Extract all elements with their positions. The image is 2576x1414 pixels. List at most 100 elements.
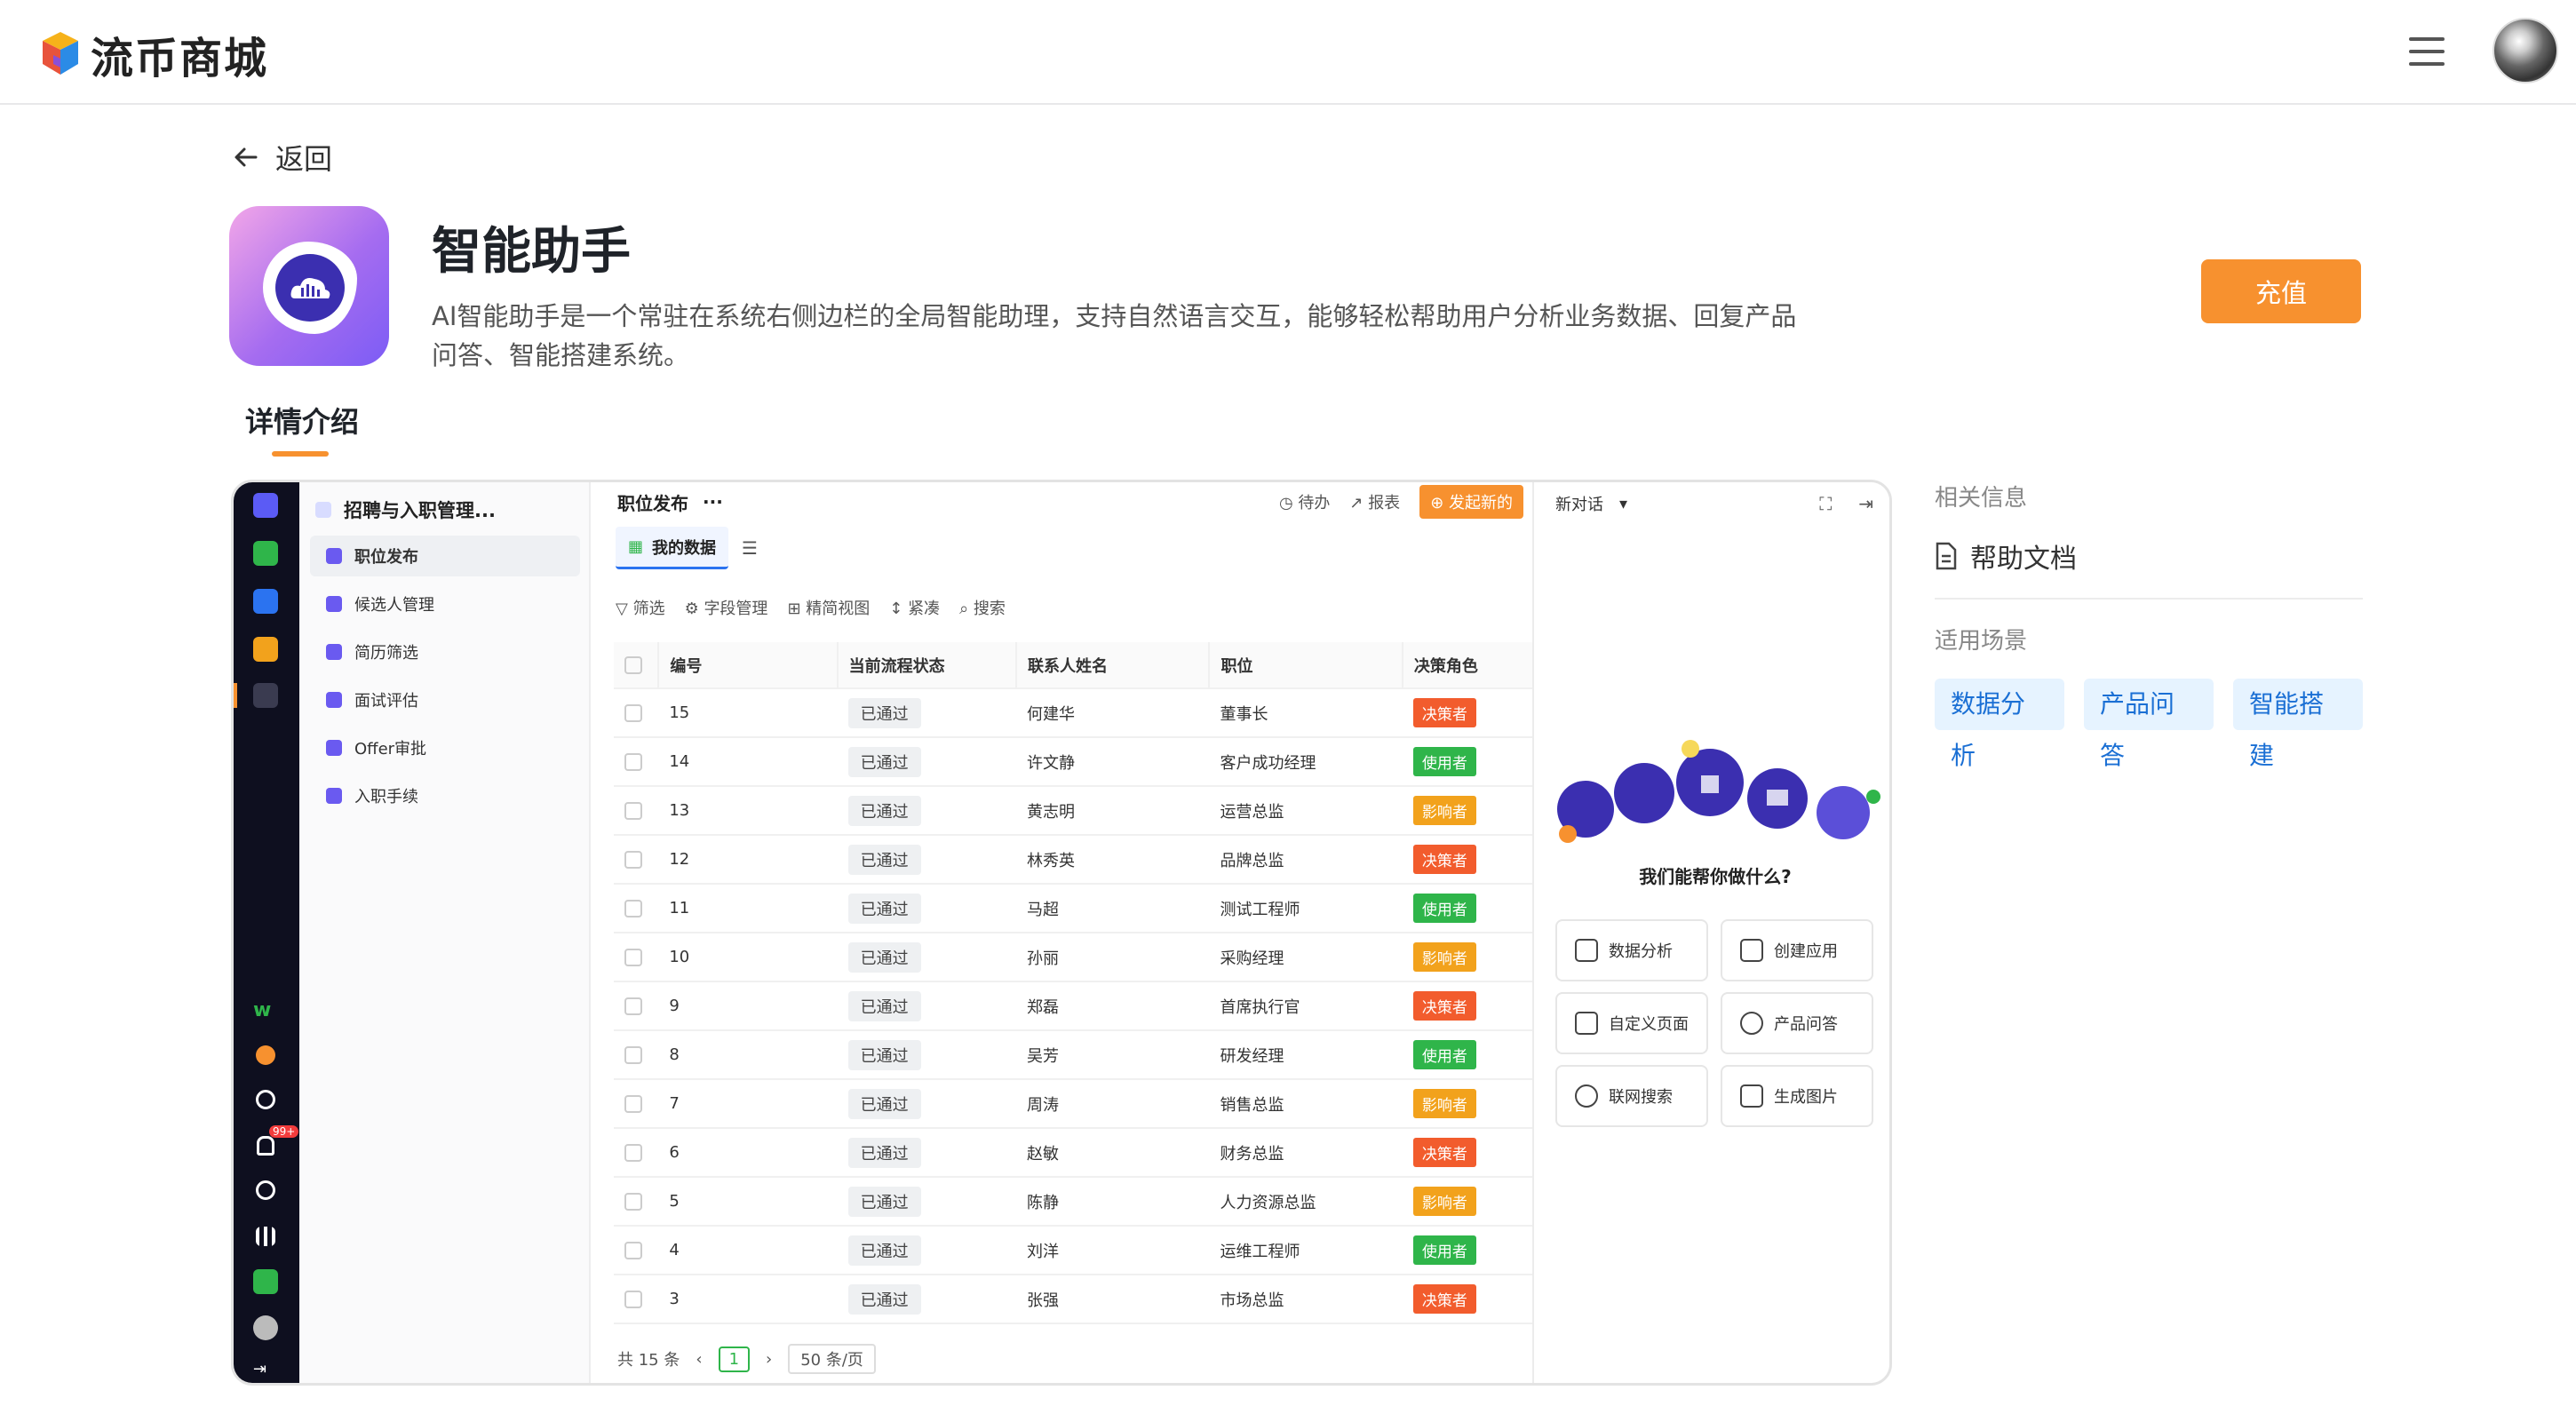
toolbar-filters: ▽ 筛选 ⚙ 字段管理 ⊞ 精简视图 ↕ 紧凑 ⌕ 搜索	[616, 596, 1006, 619]
row-checkbox[interactable]	[614, 1177, 659, 1227]
expand-icon[interactable]: ⛶	[1819, 493, 1832, 514]
green-app-icon[interactable]	[253, 1269, 278, 1294]
cell-status: 已通过	[837, 1128, 1017, 1178]
ai-card-web-search[interactable]: 联网搜索	[1555, 1065, 1708, 1127]
sidebar-title[interactable]: 招聘与入职管理...	[315, 491, 496, 528]
scene-tag[interactable]: 产品问答	[2084, 679, 2214, 770]
ai-card-data-analysis[interactable]: 数据分析	[1555, 919, 1708, 981]
table-row[interactable]: 15 已通过 何建华 董事长 决策者	[614, 688, 1537, 738]
ai-card-create-app[interactable]: 创建应用	[1721, 919, 1873, 981]
grid-icon[interactable]	[253, 683, 278, 708]
cell-contact: 马超	[1016, 884, 1210, 933]
recharge-button[interactable]: 充值	[2201, 259, 2361, 323]
table-row[interactable]: 3 已通过 张强 市场总监 决策者	[614, 1275, 1537, 1324]
ai-card-custom-page[interactable]: 自定义页面	[1555, 992, 1708, 1054]
cell-status: 已通过	[837, 981, 1017, 1031]
app-icon-small[interactable]	[253, 637, 278, 662]
sidebar-item-interview[interactable]: 面试评估	[310, 679, 580, 720]
row-checkbox[interactable]	[614, 786, 659, 836]
column-header-status[interactable]: 当前流程状态	[837, 642, 1018, 689]
user-avatar-small[interactable]	[253, 1315, 278, 1340]
table-row[interactable]: 13 已通过 黄志明 运营总监 影响者	[614, 786, 1537, 836]
table-row[interactable]: 5 已通过 陈静 人力资源总监 影响者	[614, 1177, 1537, 1227]
collapse-icon[interactable]: ⇥	[253, 1360, 278, 1383]
sidebar-item-resume-screening[interactable]: 简历筛选	[310, 632, 580, 672]
table-row[interactable]: 10 已通过 孙丽 采购经理 影响者	[614, 933, 1537, 982]
more-icon[interactable]: ···	[703, 491, 723, 512]
row-checkbox[interactable]	[614, 835, 659, 885]
ai-card-generate-image[interactable]: 生成图片	[1721, 1065, 1873, 1127]
table-row[interactable]: 14 已通过 许文静 客户成功经理 使用者	[614, 737, 1537, 787]
table-row[interactable]: 9 已通过 郑磊 首席执行官 决策者	[614, 981, 1537, 1031]
density-button[interactable]: ↕ 紧凑	[889, 596, 940, 619]
todo-button[interactable]: ◷ 待办	[1279, 490, 1330, 513]
list-view-icon[interactable]: ☰	[742, 537, 758, 559]
w-logo-icon[interactable]: w	[253, 999, 278, 1024]
help-icon[interactable]	[256, 1180, 275, 1200]
row-checkbox[interactable]	[614, 1030, 659, 1080]
doc-icon[interactable]	[253, 589, 278, 614]
cell-contact: 吴芳	[1016, 1030, 1210, 1080]
table-row[interactable]: 4 已通过 刘洋 运维工程师 使用者	[614, 1226, 1537, 1275]
scene-tag[interactable]: 数据分析	[1935, 679, 2064, 770]
status-badge: 已通过	[847, 1039, 921, 1070]
prev-page-icon[interactable]: ‹	[696, 1350, 702, 1369]
search-icon[interactable]	[256, 1090, 275, 1109]
new-record-button[interactable]: ⊕ 发起新的	[1419, 485, 1523, 519]
scene-tag[interactable]: 智能搭建	[2233, 679, 2363, 770]
next-page-icon[interactable]: ›	[766, 1350, 772, 1369]
column-header-id[interactable]: 编号	[658, 642, 839, 689]
column-header-position[interactable]: 职位	[1209, 642, 1403, 689]
apps-icon[interactable]	[256, 1227, 275, 1246]
filter-button[interactable]: ▽ 筛选	[616, 596, 665, 619]
role-badge: 影响者	[1412, 796, 1476, 825]
row-checkbox[interactable]	[614, 981, 659, 1031]
row-checkbox[interactable]	[614, 1079, 659, 1129]
page-size-select[interactable]: 50 条/页	[788, 1344, 876, 1374]
ai-card-product-qa[interactable]: 产品问答	[1721, 992, 1873, 1054]
row-checkbox[interactable]	[614, 688, 659, 738]
table-row[interactable]: 8 已通过 吴芳 研发经理 使用者	[614, 1030, 1537, 1080]
status-badge: 已通过	[847, 1235, 921, 1266]
table-row[interactable]: 6 已通过 赵敏 财务总监 决策者	[614, 1128, 1537, 1178]
compact-view-button[interactable]: ⊞ 精简视图	[787, 596, 870, 619]
orange-dot-icon[interactable]	[256, 1045, 275, 1065]
row-checkbox[interactable]	[614, 1128, 659, 1178]
sidebar-item-job-posting[interactable]: 职位发布	[310, 536, 580, 576]
cell-status: 已通过	[837, 933, 1017, 982]
row-checkbox[interactable]	[614, 933, 659, 982]
table-row[interactable]: 7 已通过 周涛 销售总监 影响者	[614, 1079, 1537, 1129]
hamburger-menu-icon[interactable]	[2409, 37, 2445, 66]
table-row[interactable]: 12 已通过 林秀英 品牌总监 决策者	[614, 835, 1537, 885]
bell-icon[interactable]	[257, 1136, 274, 1156]
column-header-role[interactable]: 决策角色	[1402, 642, 1538, 689]
sidebar-item-onboarding[interactable]: 入职手续	[310, 775, 580, 816]
sidebar-item-candidates[interactable]: 候选人管理	[310, 584, 580, 624]
cell-role: 使用者	[1402, 737, 1537, 787]
star-icon[interactable]	[253, 541, 278, 566]
row-checkbox[interactable]	[614, 1226, 659, 1275]
tab-my-data[interactable]: ▦ 我的数据	[616, 527, 729, 569]
report-button[interactable]: ↗ 报表	[1349, 490, 1400, 513]
current-page[interactable]: 1	[718, 1346, 751, 1372]
table-row[interactable]: 11 已通过 马超 测试工程师 使用者	[614, 884, 1537, 933]
back-link[interactable]: 返回	[233, 137, 332, 178]
status-badge: 已通过	[847, 844, 921, 875]
sidebar-item-offer[interactable]: Offer审批	[310, 727, 580, 768]
select-all-checkbox[interactable]	[614, 642, 660, 689]
row-checkbox[interactable]	[614, 1275, 659, 1324]
tab-detail[interactable]: 详情介绍	[245, 400, 359, 441]
collapse-panel-icon[interactable]: ⇥	[1858, 493, 1873, 514]
fields-button[interactable]: ⚙ 字段管理	[685, 596, 768, 619]
globe-icon	[1575, 1084, 1598, 1108]
new-chat-dropdown[interactable]: 新对话 ▾	[1555, 488, 1627, 520]
search-button[interactable]: ⌕ 搜索	[959, 596, 1006, 619]
row-checkbox[interactable]	[614, 884, 659, 933]
user-avatar[interactable]	[2493, 18, 2558, 83]
row-checkbox[interactable]	[614, 737, 659, 787]
column-header-contact[interactable]: 联系人姓名	[1016, 642, 1211, 689]
cell-position: 运营总监	[1209, 786, 1403, 836]
sidebar-item-label: 职位发布	[354, 548, 418, 567]
brand-logo[interactable]: 流币商城	[37, 23, 268, 85]
help-doc-link[interactable]: 帮助文档	[1935, 536, 2363, 576]
